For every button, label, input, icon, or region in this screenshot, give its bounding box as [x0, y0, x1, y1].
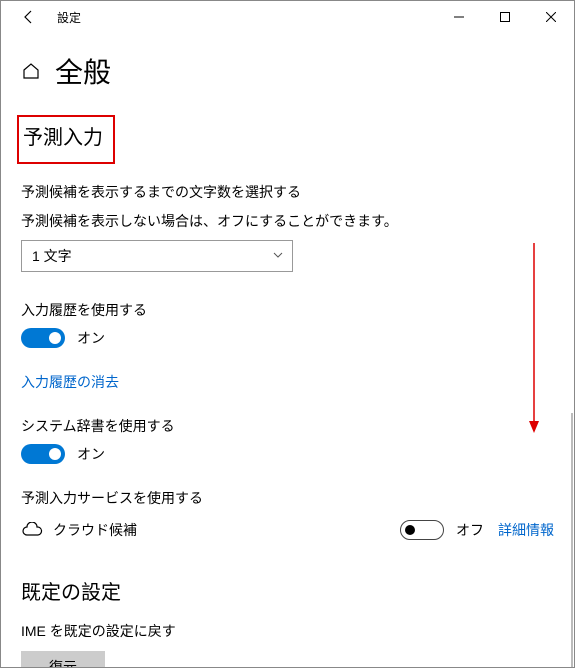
defaults-heading: 既定の設定 [21, 576, 554, 605]
clear-history-link[interactable]: 入力履歴の消去 [21, 372, 119, 392]
window-title: 設定 [57, 9, 81, 26]
home-icon [21, 61, 41, 81]
maximize-button[interactable] [482, 1, 528, 33]
input-history-label: 入力履歴を使用する [21, 300, 554, 320]
close-button[interactable] [528, 1, 574, 33]
system-dict-toggle[interactable] [21, 444, 65, 464]
defaults-desc: IME を既定の設定に戻す [21, 621, 554, 641]
page-header: 全般 [21, 51, 554, 91]
prediction-desc1: 予測候補を表示するまでの文字数を選択する [21, 182, 554, 203]
char-count-select[interactable]: 1 文字 [21, 240, 293, 272]
highlight-box: 予測入力 [17, 115, 115, 164]
minimize-button[interactable] [436, 1, 482, 33]
system-dict-label: システム辞書を使用する [21, 416, 554, 436]
input-history-state: オン [77, 328, 105, 348]
cloud-label: クラウド候補 [53, 520, 137, 540]
arrow-annotation-icon [528, 243, 540, 436]
system-dict-setting: システム辞書を使用する オン [21, 416, 554, 464]
cloud-toggle[interactable] [400, 520, 444, 540]
scrollbar[interactable] [571, 413, 573, 667]
prediction-service-label: 予測入力サービスを使用する [21, 488, 554, 508]
prediction-heading: 予測入力 [23, 121, 103, 150]
cloud-candidates-row: クラウド候補 オフ 詳細情報 [21, 520, 554, 540]
window-controls [436, 1, 574, 33]
restore-button-label: 復元 [49, 657, 77, 667]
system-dict-state: オン [77, 444, 105, 464]
details-link[interactable]: 詳細情報 [498, 520, 554, 540]
back-button[interactable] [17, 5, 41, 29]
titlebar: 設定 [1, 1, 574, 33]
select-value: 1 文字 [32, 246, 72, 266]
prediction-desc2: 予測候補を表示しない場合は、オフにすることができます。 [21, 211, 554, 232]
content-area: 全般 予測入力 予測候補を表示するまでの文字数を選択する 予測候補を表示しない場… [1, 33, 574, 667]
input-history-toggle[interactable] [21, 328, 65, 348]
cloud-state: オフ [456, 520, 484, 540]
input-history-setting: 入力履歴を使用する オン [21, 300, 554, 348]
cloud-icon [21, 522, 43, 538]
page-title: 全般 [55, 51, 111, 91]
chevron-down-icon [272, 248, 284, 264]
restore-button[interactable]: 復元 [21, 651, 105, 667]
